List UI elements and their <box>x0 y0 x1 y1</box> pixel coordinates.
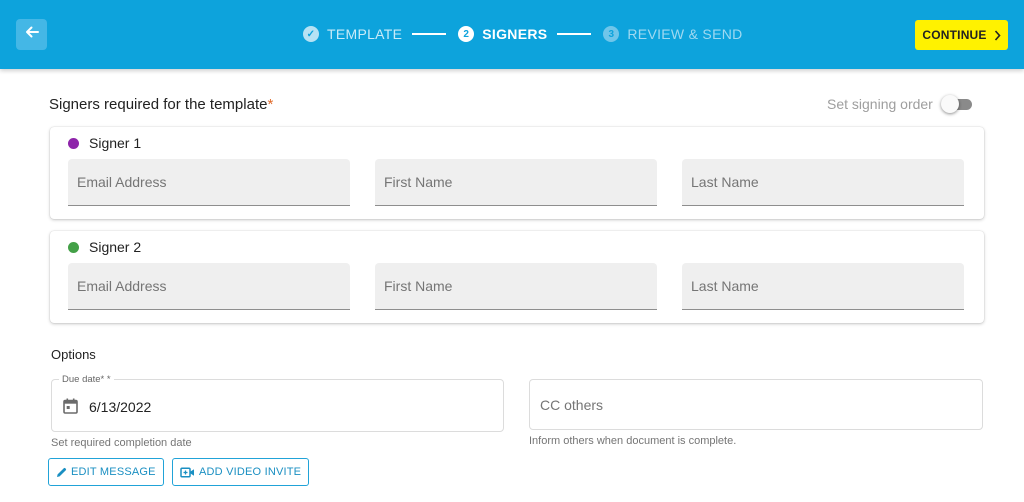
top-bar: ✓ TEMPLATE 2 SIGNERS 3 REVIEW & SEND CON… <box>0 0 1024 69</box>
signing-order-label: Set signing order <box>827 96 933 112</box>
cc-others-field[interactable] <box>529 379 983 430</box>
arrow-left-icon <box>24 24 40 45</box>
cc-helper-text: Inform others when document is complete. <box>529 435 737 447</box>
options-title: Options <box>51 347 96 362</box>
signer-1-email-input[interactable] <box>68 159 350 205</box>
step-connector <box>557 33 592 35</box>
step-signers[interactable]: 2 SIGNERS <box>458 26 547 42</box>
signer-header: Signer 1 <box>68 135 141 151</box>
signer-1-last-name-input[interactable] <box>682 159 964 205</box>
step-template[interactable]: ✓ TEMPLATE <box>303 26 402 42</box>
continue-label: CONTINUE <box>922 28 987 42</box>
signer-2-first-name-input[interactable] <box>375 263 657 309</box>
signer-1-email-field[interactable] <box>68 159 350 206</box>
video-camera-icon <box>180 466 195 478</box>
add-video-invite-label: ADD VIDEO INVITE <box>199 466 302 478</box>
signer-label: Signer 1 <box>89 135 142 151</box>
edit-message-label: EDIT MESSAGE <box>71 466 156 478</box>
toggle-knob <box>940 95 959 113</box>
due-date-helper-text: Set required completion date <box>51 437 192 449</box>
step-number: 2 <box>458 26 475 42</box>
required-mark: * <box>267 96 274 113</box>
signing-order-toggle[interactable] <box>940 95 972 113</box>
signer-2-last-name-input[interactable] <box>682 263 964 309</box>
signer-1-first-name-input[interactable] <box>375 159 657 205</box>
signer-2-email-input[interactable] <box>68 263 350 309</box>
step-number: 3 <box>603 26 620 42</box>
due-date-field[interactable]: Due date* * 6/13/2022 <box>51 374 504 432</box>
due-date-label: Due date* * <box>59 374 114 385</box>
signer-header: Signer 2 <box>68 239 141 255</box>
signers-title-text: Signers required for the template <box>49 96 268 113</box>
signer-color-dot <box>68 241 79 253</box>
signer-1-first-name-field[interactable] <box>375 159 657 206</box>
chevron-right-icon <box>994 29 1001 41</box>
signer-1-last-name-field[interactable] <box>682 159 964 206</box>
signer-card-1: Signer 1 <box>50 127 984 219</box>
add-video-invite-button[interactable]: ADD VIDEO INVITE <box>172 458 310 486</box>
signer-2-first-name-field[interactable] <box>375 263 657 310</box>
due-date-value: 6/13/2022 <box>89 399 152 415</box>
signing-order-control: Set signing order <box>827 95 972 113</box>
step-label: REVIEW & SEND <box>627 26 743 42</box>
edit-message-button[interactable]: EDIT MESSAGE <box>48 458 164 486</box>
back-button[interactable] <box>16 19 47 50</box>
signer-2-last-name-field[interactable] <box>682 263 964 310</box>
continue-button[interactable]: CONTINUE <box>915 20 1008 50</box>
signer-2-email-field[interactable] <box>68 263 350 310</box>
calendar-icon[interactable] <box>63 398 78 414</box>
step-label: SIGNERS <box>482 26 548 42</box>
signer-label: Signer 2 <box>89 239 142 255</box>
pencil-icon <box>56 467 67 478</box>
cc-others-input[interactable] <box>530 380 982 429</box>
stepper: ✓ TEMPLATE 2 SIGNERS 3 REVIEW & SEND <box>303 24 743 44</box>
step-connector <box>412 33 447 35</box>
checkmark-icon: ✓ <box>303 26 319 42</box>
step-review-send[interactable]: 3 REVIEW & SEND <box>603 26 742 42</box>
signer-card-2: Signer 2 <box>50 231 984 323</box>
signers-section-title: Signers required for the template* <box>49 96 273 113</box>
step-label: TEMPLATE <box>327 26 403 42</box>
signer-color-dot <box>68 137 79 149</box>
